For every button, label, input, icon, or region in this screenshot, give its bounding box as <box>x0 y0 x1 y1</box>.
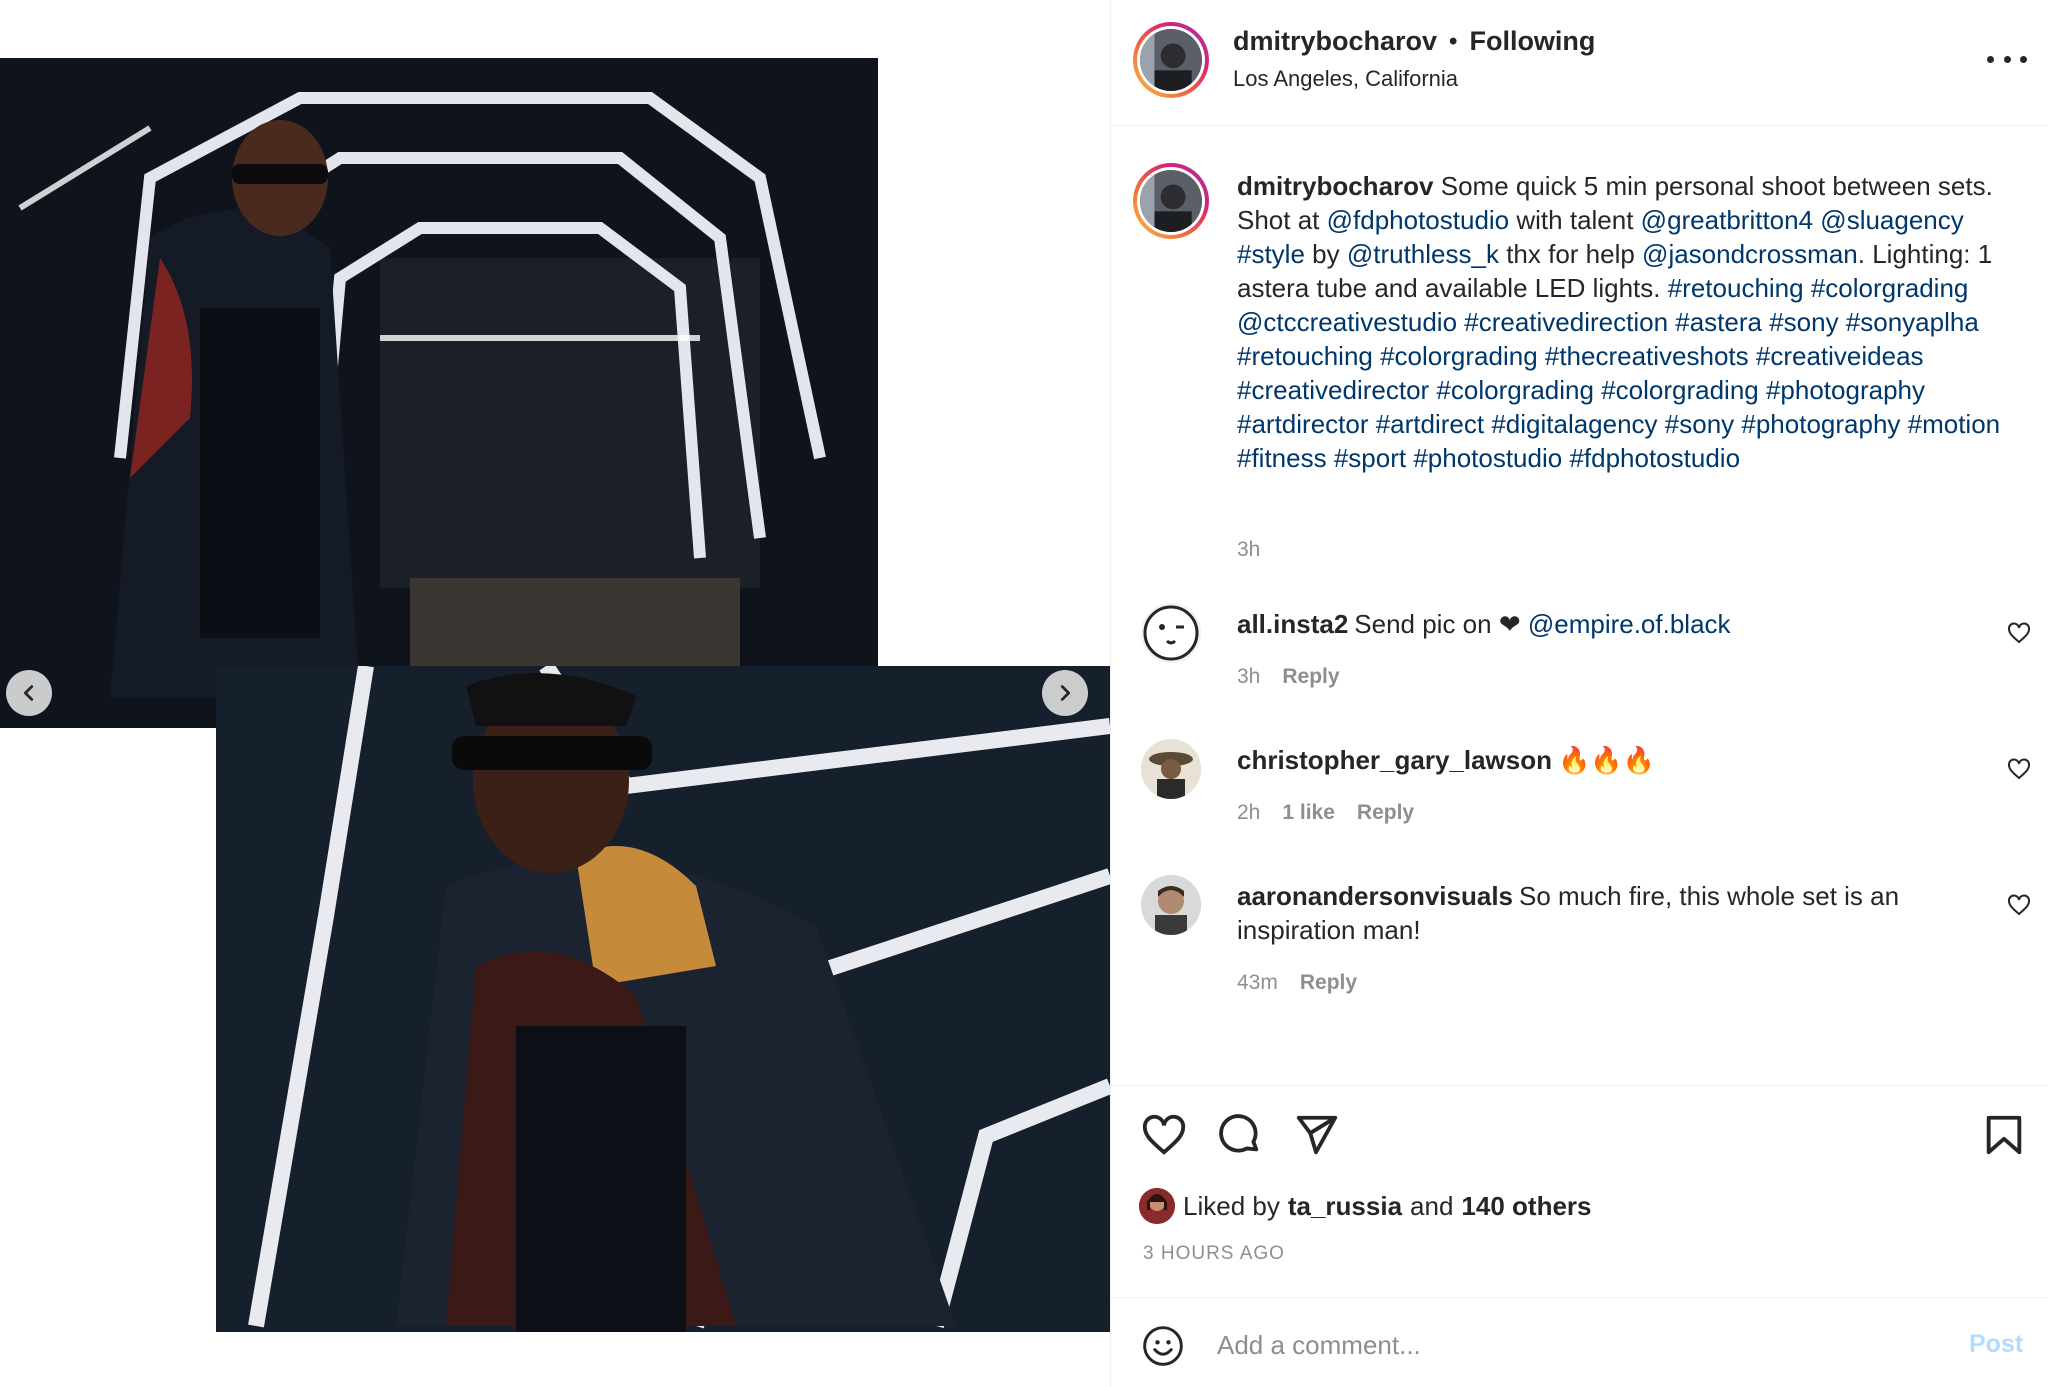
reply-button[interactable]: Reply <box>1300 971 1357 995</box>
comments-list[interactable]: dmitrybocharov Some quick 5 min personal… <box>1111 127 2048 1085</box>
commenter-avatar[interactable] <box>1141 603 1201 663</box>
header-separator: • <box>1449 27 1458 55</box>
text-segment: with talent <box>1509 205 1641 235</box>
likes-others[interactable]: 140 others <box>1461 1191 1591 1222</box>
liker-avatar <box>1139 1188 1175 1224</box>
post-media <box>0 0 1110 1387</box>
comment-time: 2h <box>1237 801 1261 824</box>
caption-link[interactable]: @fdphotostudio <box>1327 205 1510 235</box>
caption-text: dmitrybocharov Some quick 5 min personal… <box>1237 169 2017 475</box>
comment-body: 🔥🔥🔥 <box>1558 745 1655 775</box>
comment-username[interactable]: aaronandersonvisuals <box>1237 881 1513 911</box>
chevron-right-icon <box>1060 685 1071 701</box>
caption-link[interactable]: @empire.of.black <box>1528 609 1731 639</box>
likes-and: and <box>1410 1190 1454 1221</box>
photo-model-in-light-tunnel <box>0 58 878 728</box>
post-header: dmitrybocharov • Following Los Angeles, … <box>1111 0 2048 126</box>
comment-time: 3h <box>1237 665 1261 688</box>
comment-text: christopher_gary_lawson 🔥🔥🔥 <box>1237 743 1937 777</box>
smiley-icon[interactable] <box>1141 1324 1185 1368</box>
reply-button[interactable]: Reply <box>1282 665 1339 689</box>
caption-username[interactable]: dmitrybocharov <box>1237 171 1434 201</box>
comment-likes-count[interactable]: 1 like <box>1282 801 1335 825</box>
bookmark-icon[interactable] <box>1981 1112 2027 1158</box>
comment-text: aaronandersonvisuals So much fire, this w… <box>1237 879 1937 947</box>
caption-link[interactable]: #style <box>1237 239 1305 269</box>
caption-link[interactable]: #retouching #colorgrading @ctccreativest… <box>1237 273 2000 473</box>
comment-icon[interactable] <box>1217 1112 1263 1158</box>
following-button[interactable]: Following <box>1469 26 1595 57</box>
comment-heart-icon[interactable] <box>2007 893 2031 917</box>
comment-input[interactable] <box>1217 1318 1917 1372</box>
comment-username[interactable]: christopher_gary_lawson <box>1237 745 1552 775</box>
text-segment: by <box>1304 239 1347 269</box>
post-timestamp: 3 HOURS AGO <box>1143 1243 1285 1264</box>
photo-model-closeup <box>216 666 1110 1332</box>
post-side-panel: dmitrybocharov • Following Los Angeles, … <box>1110 0 2048 1387</box>
comment-username[interactable]: all.insta2 <box>1237 609 1348 639</box>
next-image-button[interactable] <box>1042 670 1088 716</box>
comment-body: Send pic on ❤ @empire.of.black <box>1354 609 1730 639</box>
likes-summary[interactable]: Liked by ta_russia and 140 others <box>1139 1188 1592 1224</box>
post-actions: Liked by ta_russia and 140 others 3 HOUR… <box>1111 1085 2048 1297</box>
heart-icon[interactable] <box>1141 1112 1187 1158</box>
comment-heart-icon[interactable] <box>2007 621 2031 645</box>
chevron-left-icon <box>23 685 34 701</box>
caption-link[interactable]: @jasondcrossman <box>1642 239 1858 269</box>
more-options-icon[interactable] <box>1987 44 2027 74</box>
post-location[interactable]: Los Angeles, California <box>1233 66 1458 92</box>
caption-link[interactable]: @greatbritton4 <box>1641 205 1813 235</box>
caption-time: 3h <box>1237 538 1261 561</box>
caption-link[interactable]: @sluagency <box>1820 205 1963 235</box>
caption-link[interactable]: @truthless_k <box>1347 239 1499 269</box>
caption-body: Some quick 5 min personal shoot between … <box>1237 171 2000 473</box>
commenter-avatar[interactable] <box>1141 739 1201 799</box>
caption-author-avatar[interactable] <box>1133 163 1209 239</box>
comment-heart-icon[interactable] <box>2007 757 2031 781</box>
post-comment-button[interactable]: Post <box>1969 1330 2023 1359</box>
comment-meta: 3h Reply <box>1237 665 1340 689</box>
author-username[interactable]: dmitrybocharov <box>1233 26 1437 57</box>
add-comment-bar: Post <box>1111 1297 2048 1387</box>
comment-meta: 2h 1 like Reply <box>1237 801 1414 825</box>
likes-prefix: Liked by <box>1183 1190 1280 1221</box>
previous-image-button[interactable] <box>6 670 52 716</box>
text-segment: Send pic on ❤ <box>1354 609 1528 639</box>
commenter-avatar[interactable] <box>1141 875 1201 935</box>
comment-time: 43m <box>1237 971 1278 994</box>
reply-button[interactable]: Reply <box>1357 801 1414 825</box>
text-segment: thx for help <box>1498 239 1643 269</box>
send-icon[interactable] <box>1293 1112 1339 1158</box>
text-segment: 🔥🔥🔥 <box>1558 745 1656 775</box>
author-avatar[interactable] <box>1133 22 1209 98</box>
comment-meta: 43m Reply <box>1237 971 1357 995</box>
liker-username[interactable]: ta_russia <box>1288 1191 1402 1222</box>
comment-text: all.insta2 Send pic on ❤ @empire.of.black <box>1237 607 1937 641</box>
header-title-line: dmitrybocharov • Following <box>1233 26 1595 57</box>
